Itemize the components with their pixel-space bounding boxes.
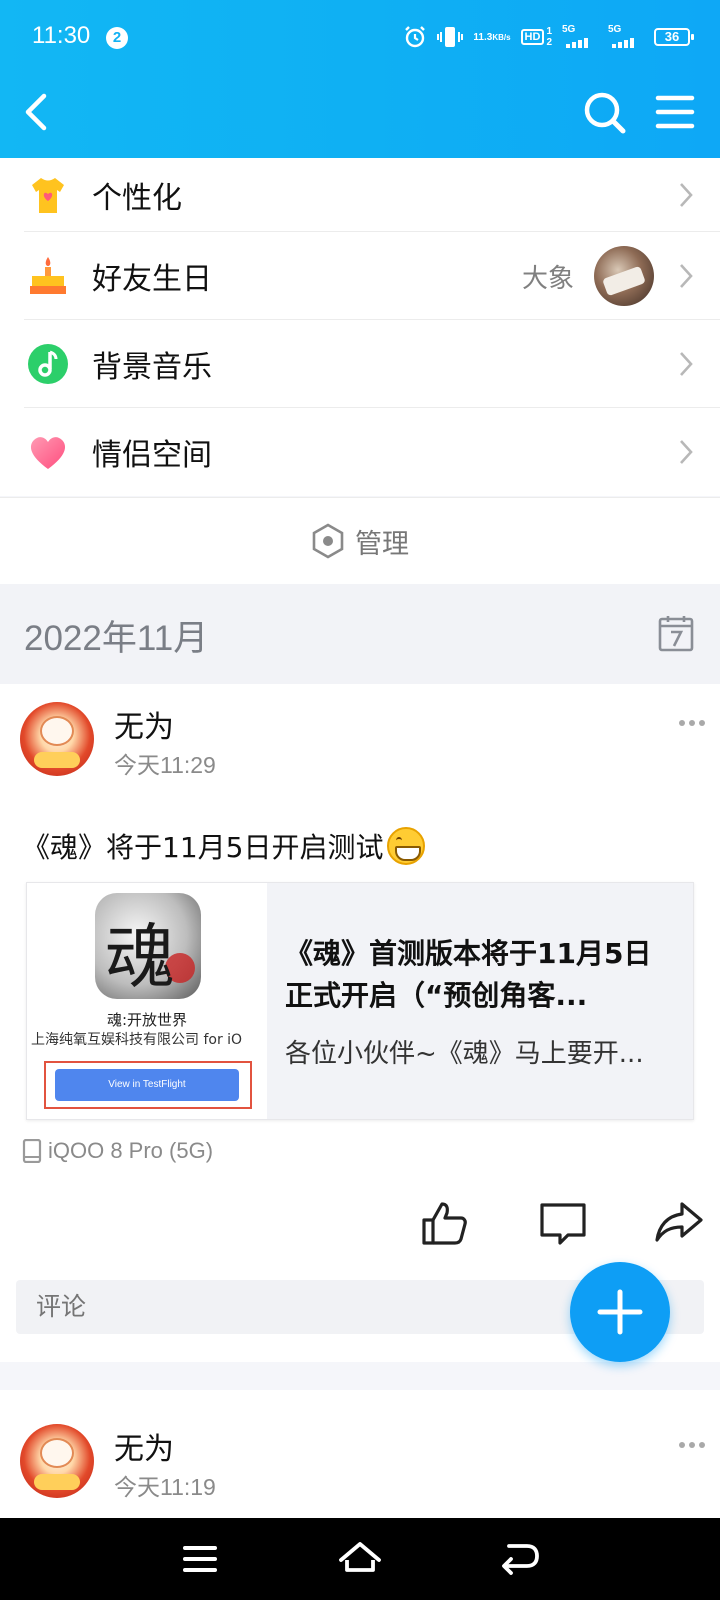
manage-button[interactable]: 管理 — [0, 497, 720, 584]
net-speed-unit: KB/s — [492, 32, 511, 42]
month-header: 2022年11月 — [0, 584, 720, 684]
net-speed-value: 11.3 — [473, 31, 493, 43]
settings-list: 个性化 好友生日 大象 背景音乐 情侣空间 — [0, 158, 720, 496]
search-icon — [584, 92, 626, 134]
recent-apps-icon[interactable] — [177, 1536, 223, 1582]
testflight-button: View in TestFlight — [55, 1069, 239, 1101]
chevron-right-icon — [680, 264, 693, 288]
music-note-icon — [26, 342, 70, 386]
hamburger-menu-icon — [655, 95, 695, 129]
hd-indicator: HD 12 — [520, 22, 552, 52]
share-arrow-icon[interactable] — [654, 1198, 704, 1248]
signal-bars-icon — [612, 38, 634, 48]
link-title: 《魂》首测版本将于11月5日正式开启（“预创角客... — [285, 937, 652, 1012]
more-options-icon[interactable] — [678, 1440, 706, 1450]
chevron-right-icon — [680, 440, 693, 464]
back-nav-icon[interactable] — [497, 1536, 543, 1582]
device-label: iQOO 8 Pro (5G) — [22, 1138, 213, 1164]
author-avatar[interactable] — [20, 1424, 94, 1498]
author-avatar[interactable] — [20, 702, 94, 776]
chevron-right-icon — [680, 183, 693, 207]
system-nav-bar — [0, 1518, 720, 1600]
phone-icon — [22, 1139, 42, 1163]
list-item-label: 好友生日 — [92, 262, 212, 297]
chevron-right-icon — [680, 352, 693, 376]
comment-icon[interactable] — [538, 1198, 588, 1248]
app-icon: 魂 — [95, 893, 201, 999]
list-item-personalize[interactable]: 个性化 — [0, 158, 720, 232]
post-text: 《魂》将于11月5日开启测试 — [22, 826, 426, 866]
battery-indicator: 36 — [654, 28, 694, 46]
search-button[interactable] — [580, 84, 630, 140]
post-time: 今天11:19 — [114, 1474, 216, 1500]
author-name[interactable]: 无为 — [114, 702, 174, 746]
author-name[interactable]: 无为 — [114, 1424, 174, 1468]
list-item-friend-birthday[interactable]: 好友生日 大象 — [0, 232, 720, 320]
friend-name: 大象 — [521, 263, 574, 294]
link-description: 各位小伙伴~《魂》马上要开... — [285, 1039, 644, 1069]
hd-label: HD — [520, 29, 545, 45]
thumb-title: 魂:开放世界 — [106, 1011, 188, 1029]
status-time: 11:30 — [32, 22, 91, 49]
thumb-company: 上海纯氧互娱科技有限公司 for iO — [31, 1032, 243, 1048]
net-speed: 11.3 KB/s — [473, 22, 510, 52]
app-header: 11:30 2 11.3 KB/s HD 12 5G 5G 36 — [0, 0, 720, 158]
list-item-couple-space[interactable]: 情侣空间 — [0, 408, 720, 496]
alarm-icon — [403, 22, 427, 52]
tshirt-heart-icon — [26, 173, 70, 217]
device-name: iQOO 8 Pro (5G) — [48, 1138, 214, 1163]
back-arrow-icon — [25, 93, 47, 131]
add-post-button[interactable] — [570, 1262, 670, 1362]
friend-avatar — [594, 246, 654, 306]
back-button[interactable] — [14, 82, 62, 142]
list-item-label: 个性化 — [92, 181, 182, 216]
notification-badge: 2 — [106, 27, 128, 49]
link-card[interactable]: 魂 魂:开放世界 上海纯氧互娱科技有限公司 for iO View in Tes… — [26, 882, 694, 1120]
more-options-icon[interactable] — [678, 718, 706, 728]
birthday-cake-icon — [26, 254, 70, 298]
link-thumbnail: 魂 魂:开放世界 上海纯氧互娱科技有限公司 for iO View in Tes… — [27, 883, 267, 1119]
feed-post: 无为 今天11:29 《魂》将于11月5日开启测试 魂 魂:开放世界 上海纯氧互… — [0, 684, 720, 1362]
hexagon-settings-icon — [312, 523, 344, 559]
like-thumbs-up-icon[interactable] — [420, 1198, 470, 1248]
network1-label: 5G — [562, 24, 576, 35]
heart-icon — [26, 430, 70, 474]
list-item-background-music[interactable]: 背景音乐 — [0, 320, 720, 408]
app-glyph: 魂 — [105, 916, 175, 998]
sim1-label: 1 — [546, 26, 552, 37]
plus-icon — [597, 1289, 643, 1335]
list-item-label: 背景音乐 — [92, 350, 212, 385]
status-bar: 11:30 2 11.3 KB/s HD 12 5G 5G 36 — [0, 0, 720, 76]
home-icon[interactable] — [337, 1536, 383, 1582]
calendar-icon[interactable] — [658, 614, 694, 652]
signal-bars-icon — [566, 38, 588, 48]
signal-5g-1: 5G — [562, 24, 598, 50]
month-label: 2022年11月 — [24, 619, 209, 658]
sim2-label: 2 — [546, 37, 552, 48]
network2-label: 5G — [608, 24, 622, 35]
grin-emoji-icon — [387, 827, 426, 865]
feed-post: 无为 今天11:19 — [0, 1390, 720, 1520]
list-item-label: 情侣空间 — [92, 438, 212, 473]
vibrate-icon — [437, 22, 464, 52]
manage-label: 管理 — [355, 528, 409, 560]
comment-input[interactable] — [36, 1292, 536, 1321]
menu-button[interactable] — [650, 84, 700, 140]
post-text-content: 《魂》将于11月5日开启测试 — [22, 831, 384, 864]
nav-bar — [0, 76, 720, 158]
signal-5g-2: 5G — [608, 24, 644, 50]
post-time: 今天11:29 — [114, 752, 216, 778]
